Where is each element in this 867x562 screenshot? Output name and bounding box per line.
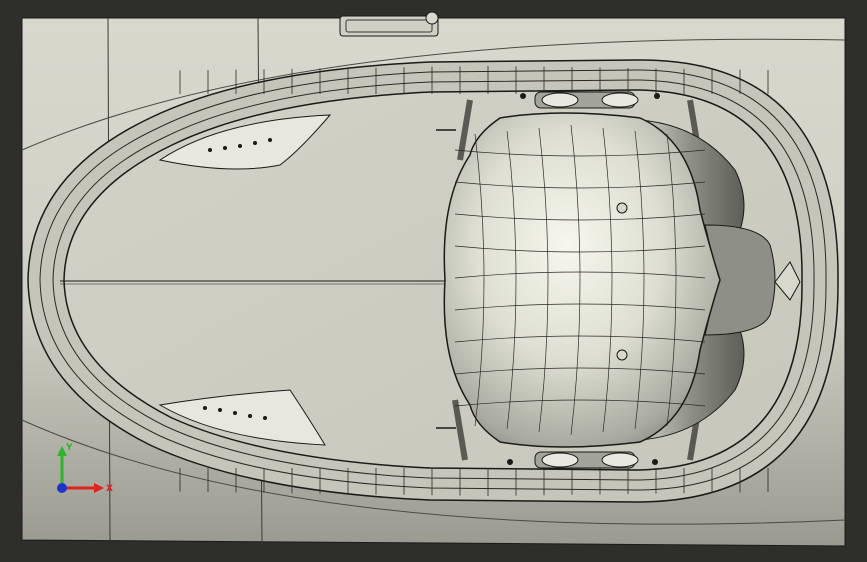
pocket-hole [233,411,237,415]
hatch-knob [425,11,439,25]
pocket-hole [263,416,267,420]
pocket-hole [253,141,257,145]
seat-bolt-top [616,202,628,214]
foot-bracket-bottom [534,451,639,469]
pocket-hole [223,146,227,150]
top-hatch [339,15,439,37]
seat-shell [443,112,721,448]
pocket-hole [268,138,272,142]
cad-viewport[interactable]: Y X [0,0,867,562]
pocket-hole [208,148,212,152]
seat-bolt-bottom [616,349,628,361]
foot-bracket-top [534,91,639,109]
hull-model[interactable] [0,0,867,562]
x-axis-arrowhead [94,483,104,493]
pocket-hole [248,414,252,418]
x-axis-label: X [106,484,113,494]
y-axis-label: Y [65,443,73,453]
z-axis-dot [57,483,67,493]
pocket-hole [218,408,222,412]
pocket-hole [238,144,242,148]
pocket-hole [203,406,207,410]
orientation-triad: Y X [57,443,113,494]
